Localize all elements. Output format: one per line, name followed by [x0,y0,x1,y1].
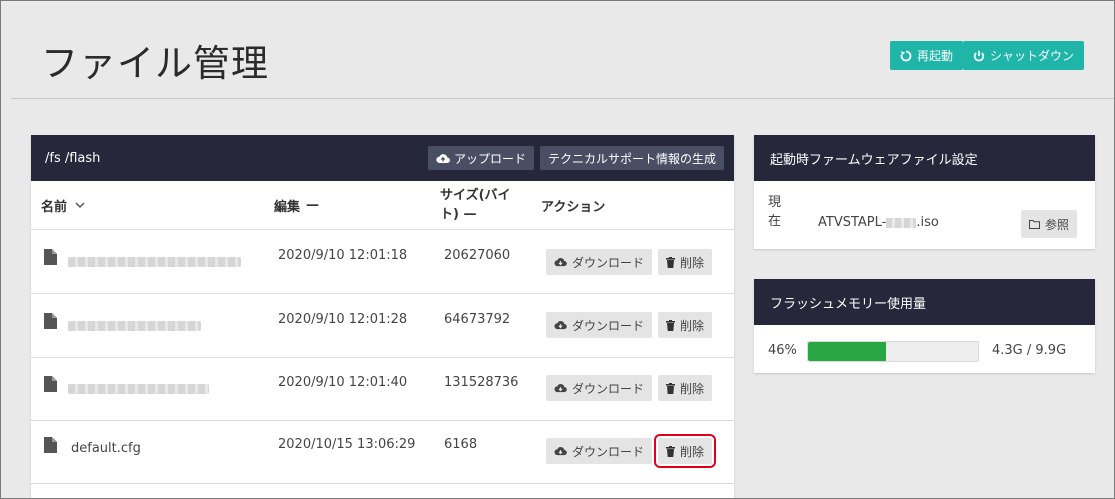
delete-label: 削除 [680,255,705,270]
page-title: ファイル管理 [41,42,269,85]
edited-time: 2020/9/10 12:01:40 [278,375,408,390]
file-icon [44,313,57,329]
delete-button[interactable]: 削除 [658,312,713,338]
sort-indicator: — [463,207,477,222]
tech-support-label: テクニカルサポート情報の生成 [547,151,716,166]
trash-icon [666,319,675,331]
size-column-header[interactable]: サイズ(バイ ト) — [440,181,511,229]
header-divider [11,98,1114,99]
download-label: ダウンロード [572,444,645,459]
file-list-header: /fs /flash アップロード テクニカルサポート情報の生成 [31,135,734,181]
firmware-file-suffix: .iso [916,215,939,230]
delete-button[interactable]: 削除 [658,249,713,275]
download-button[interactable]: ダウンロード [546,249,653,275]
table-row: 2020/9/10 12:01:28 64673792 ダウンロード 削除 [31,294,734,358]
trash-icon [666,256,675,268]
download-label: ダウンロード [572,381,645,396]
cloud-download-icon [554,258,567,267]
cloud-download-icon [554,321,567,330]
action-column-label: アクション [541,199,606,215]
file-icon [44,249,57,265]
tech-support-button[interactable]: テクニカルサポート情報の生成 [539,146,724,170]
download-button[interactable]: ダウンロード [546,375,653,401]
boot-firmware-title: 起動時ファームウェアファイル設定 [770,152,978,168]
shutdown-button[interactable]: シャットダウン [962,41,1084,70]
edited-time: 2020/9/10 12:01:18 [278,248,408,263]
usage-progress-bar [807,341,979,362]
table-row: 2020/9/10 12:01:40 131528736 ダウンロード 削除 [31,357,734,421]
shutdown-label: シャットダウン [989,49,1074,63]
download-button[interactable]: ダウンロード [546,438,653,464]
restart-icon [900,50,912,61]
usage-progress-fill [808,342,887,361]
edited-column-label: 編集 [274,199,301,215]
name-column-label: 名前 [41,199,68,215]
table-row: 2020/9/10 12:01:18 20627060 ダウンロード 削除 [31,230,734,294]
upload-label: アップロード [453,151,526,166]
flash-usage-header: フラッシュメモリー使用量 [754,279,1095,325]
size-column-label-line2: ト) [440,207,459,222]
usage-amount: 4.3G / 9.9G [992,343,1067,358]
cloud-upload-icon [436,153,450,163]
delete-button[interactable]: 削除 [653,434,717,468]
table-row: default.cfg 2020/10/15 13:06:29 6168 ダウン… [31,420,734,484]
delete-label: 削除 [680,381,705,396]
power-icon [973,50,985,61]
current-label: 現 在 [768,193,781,231]
file-size: 64673792 [444,312,511,327]
sort-indicator: — [306,197,320,213]
trash-icon [666,445,675,457]
table-header: 名前 編集 — サイズ(バイ ト) — アクション [31,181,734,230]
browse-button[interactable]: 参照 [1021,210,1078,238]
app-frame: ファイル管理 再起動 シャットダウン /fs /flash アップロード テクニ… [0,0,1115,499]
file-icon [44,437,57,453]
file-icon [44,376,57,392]
edited-time: 2020/9/10 12:01:28 [278,312,408,327]
current-label-line1: 現 [768,195,782,210]
file-name-redacted [68,321,201,331]
flash-usage-card: フラッシュメモリー使用量 46% 4.3G / 9.9G [754,279,1095,373]
download-label: ダウンロード [572,255,645,270]
edited-time: 2020/10/15 13:06:29 [278,437,416,452]
trash-icon [666,382,675,394]
chevron-down-icon [75,202,85,209]
flash-usage-title: フラッシュメモリー使用量 [770,296,927,312]
boot-firmware-header: 起動時ファームウェアファイル設定 [754,135,1095,181]
action-column-header: アクション [541,181,605,229]
delete-label: 削除 [680,444,705,459]
delete-button[interactable]: 削除 [658,375,713,401]
file-size: 6168 [444,437,478,452]
restart-label: 再起動 [916,49,953,63]
firmware-version-redacted [886,217,917,228]
file-size: 20627060 [444,248,511,263]
download-button[interactable]: ダウンロード [546,312,653,338]
file-list-card: /fs /flash アップロード テクニカルサポート情報の生成 名前 編集 —… [31,135,734,498]
usage-percent: 46% [768,343,797,358]
firmware-file-prefix: ATVSTAPL- [818,215,887,230]
delete-label: 削除 [680,318,705,333]
current-path: /fs /flash [45,150,101,166]
header-actions: 再起動 シャットダウン [889,41,1084,70]
upload-button[interactable]: アップロード [427,146,534,170]
edited-column-header[interactable]: 編集 — [274,181,319,229]
browse-label: 参照 [1045,217,1070,232]
restart-button[interactable]: 再起動 [889,41,963,70]
download-label: ダウンロード [572,318,645,333]
current-firmware-file: ATVSTAPL- .iso [818,215,939,230]
boot-firmware-card: 起動時ファームウェアファイル設定 現 在 ATVSTAPL- .iso 参照 [754,135,1095,249]
file-name-redacted [68,384,209,394]
file-name-redacted [68,257,241,267]
size-column-label-line1: サイズ(バイ [440,188,511,203]
cloud-download-icon [554,384,567,393]
file-size: 131528736 [444,375,519,390]
cloud-download-icon [554,447,567,456]
current-label-line2: 在 [768,214,782,229]
file-name[interactable]: default.cfg [71,441,141,456]
name-column-header[interactable]: 名前 [41,181,85,229]
folder-icon [1029,219,1040,229]
